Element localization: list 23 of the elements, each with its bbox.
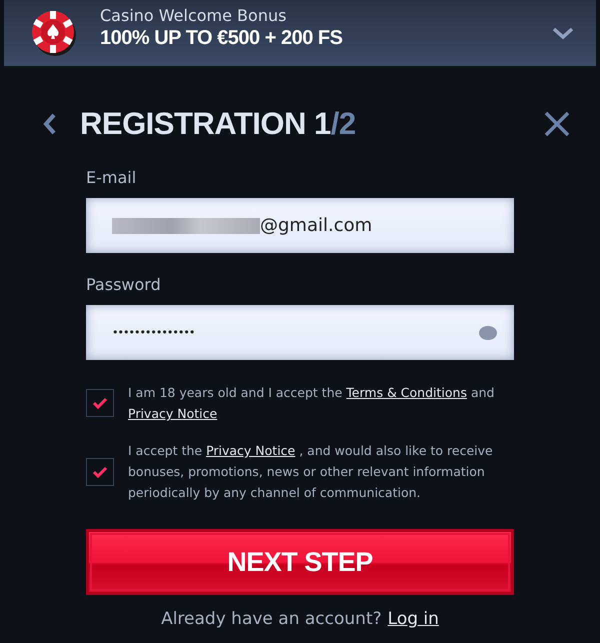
checkbox[interactable] xyxy=(86,458,114,486)
consent-link[interactable]: Privacy Notice xyxy=(128,406,218,421)
consent-link[interactable]: Privacy Notice xyxy=(206,443,296,458)
footer-text: Already have an account? xyxy=(161,609,382,629)
back-icon[interactable] xyxy=(42,112,58,136)
poker-chip-icon xyxy=(30,9,78,57)
bonus-banner[interactable]: Casino Welcome Bonus 100% UP TO €500 + 200 FS xyxy=(4,0,596,66)
consent-text: I am 18 years old and I accept the Terms & Conditions and Privacy Notice xyxy=(128,384,496,423)
field-label: Password xyxy=(86,275,162,294)
consent-text: I accept the Privacy Notice , and would also like to receive bonuses, promotions, news or other relevant information periodically by any channel of communication. xyxy=(128,442,494,502)
consent-link[interactable]: Terms & Conditions xyxy=(346,385,467,400)
login-link[interactable]: Log in xyxy=(388,609,439,629)
eye-icon[interactable] xyxy=(478,324,498,340)
banner-subtitle: Casino Welcome Bonus xyxy=(100,6,288,25)
chevron-icon[interactable] xyxy=(552,26,574,40)
close-icon[interactable] xyxy=(544,111,570,137)
checkbox[interactable] xyxy=(86,389,114,417)
banner-title: 100% UP TO €500 + 200 FS xyxy=(100,27,344,50)
page-title: REGISTRATION 1/2 xyxy=(80,106,357,142)
field-label: E-mail xyxy=(86,168,138,187)
check-icon xyxy=(92,397,108,409)
next-step-button[interactable]: NEXT STEP xyxy=(86,529,514,595)
check-icon xyxy=(92,466,108,478)
